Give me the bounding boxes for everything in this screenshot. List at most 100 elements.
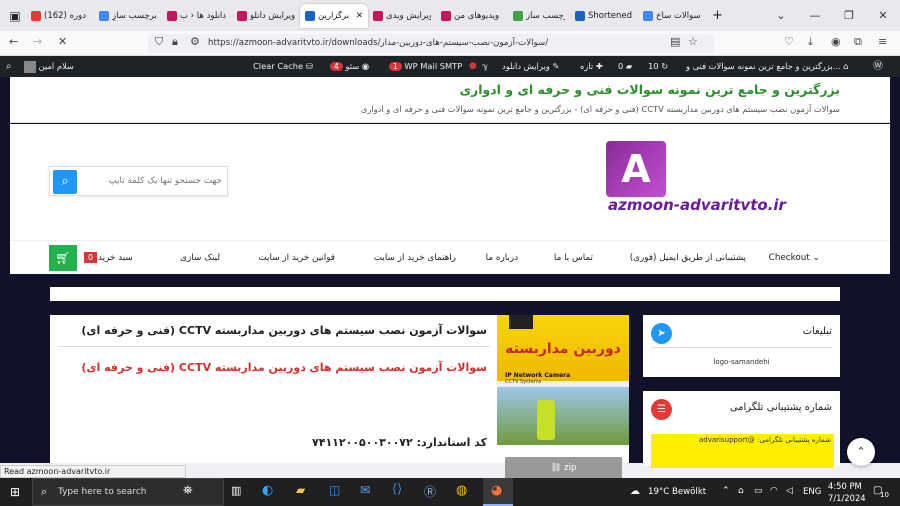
menu-item-link-building[interactable]: لینک سازی [180,241,220,275]
menu-item-email-support[interactable]: پشتیبانی از طریق ایمیل (فوری) [630,241,746,275]
home-icon: ⌂ [843,61,849,71]
windows-taskbar: ⊞ ⌕ Type here to search ⛯ ▥ ◐ ▰ ◫ ✉ ⟨⟩ Ⓡ… [0,478,900,506]
browser-tab[interactable]: ویرایش ویدی [368,4,436,28]
site-logo-mark[interactable]: A [606,141,666,197]
clock-date[interactable]: 7/1/2024 [828,493,866,503]
bookmark-star-icon[interactable]: ☆ [688,35,698,48]
browser-tab[interactable]: سوالات ساخ [638,4,706,28]
product-image[interactable]: دوربین مداربسته IP Network Camera CCTV S… [497,315,629,445]
edge-icon[interactable]: ◐ [262,483,273,498]
wp-account-link[interactable]: سلام امین [24,56,74,77]
cart-button[interactable]: 🛒︎ [49,245,77,271]
tray-chevron-icon[interactable]: ⌃ [722,486,730,496]
stop-loading-icon[interactable]: ✕ [58,35,67,48]
windows-start-icon[interactable]: ⊞ [10,485,20,499]
menu-item-about[interactable]: درباره ما [486,241,518,275]
scroll-to-top-button[interactable]: ⌃ [847,438,875,466]
browser-tab[interactable]: برگزارین ✕ [300,3,368,28]
tab-favicon-icon [99,10,109,21]
browser-tab[interactable]: دانلود ها ‹ ب [162,4,232,28]
ads-title: تبلیغات [802,326,832,337]
cart-label[interactable]: سبد خرید [98,241,133,275]
search-button[interactable]: ⌕ [53,170,77,194]
header-branding: A azmoon-advaritvto.ir ⌕ [10,124,890,240]
technician-figure [537,400,555,440]
browser-tab[interactable]: برچسب سازِ [94,4,162,28]
minimize-icon[interactable]: — [798,9,832,22]
tab-label: ویدیوهای من [454,10,500,21]
address-bar[interactable]: https://azmoon-advaritvto.ir/downloads/س… [148,34,714,53]
yoast-icon[interactable]: ℽ [482,56,488,77]
network-icon[interactable]: ⌂ [738,486,744,496]
language-indicator[interactable]: ENG [803,487,821,497]
ads-divider [651,347,832,348]
browser-tab[interactable]: ویرایش دانلو [232,4,300,28]
wp-mail-smtp-menu[interactable]: 1 WP Mail SMTP [389,56,462,77]
r-app-icon[interactable]: Ⓡ [424,483,436,500]
shield-icon[interactable]: ⛉ [155,35,163,49]
pocket-icon[interactable]: ♡ [784,35,794,48]
clear-cache-link[interactable]: Clear Cache ⛁ [253,56,313,77]
reader-view-icon[interactable]: ▤ [670,35,680,48]
forward-arrow-icon[interactable]: → [33,35,42,48]
task-view-icon[interactable]: ▥ [231,484,241,497]
firefox-taskbar-button[interactable]: ◕ [483,478,513,506]
seo-menu[interactable]: 4 سئو ◉ [330,56,369,77]
close-window-icon[interactable]: ✕ [866,9,900,22]
cart-count-badge[interactable]: 0 [84,241,98,275]
wordpress-logo-icon[interactable]: Ⓦ [873,56,883,77]
site-logo-text[interactable]: azmoon-advaritvto.ir [608,196,786,214]
lock-icon[interactable]: 🔒︎ [172,35,178,49]
menu-item-checkout[interactable]: Checkout ⌄ [769,241,820,275]
greeting: سلام امین [38,61,74,71]
browser-tab[interactable]: برچسب ساز [508,4,570,28]
tab-manager-icon[interactable]: ▣ [4,9,26,23]
store-icon[interactable]: ◫ [329,483,340,497]
clock-time[interactable]: 4:50 PM [828,481,862,491]
edit-download-link[interactable]: ویرایش دانلود ✎ [502,56,559,77]
chrome-icon[interactable]: ◍ [456,483,467,498]
firefox-icon: ◕ [491,483,503,498]
maximize-icon[interactable]: ❐ [832,9,866,22]
taskbar-search-box[interactable]: ⌕ Type here to search ⛯ [32,478,224,506]
menu-item-purchase-rules[interactable]: قوانین خرید از سایت [258,241,335,275]
updates-link[interactable]: 10 ↻ [648,56,668,77]
samandehi-logo[interactable]: logo-samandehi [643,358,840,366]
battery-icon[interactable]: ▭ [754,486,763,496]
search-icon[interactable]: ⌕ [6,56,12,77]
vscode-icon[interactable]: ⟨⟩ [392,482,402,497]
new-tab-icon[interactable]: + [712,8,723,23]
volume-icon[interactable]: ◁ [786,486,793,496]
comments-link[interactable]: 0 ▰ [618,56,632,77]
browser-tab[interactable]: Shortened U [570,4,638,28]
permissions-icon[interactable]: ⚙ [190,35,200,48]
account-icon[interactable]: ◉ [831,35,841,48]
wifi-icon[interactable]: ◠ [770,486,778,496]
site-title[interactable]: بزرگترین و جامع ترین نمونه سوالات فنی و … [460,82,840,97]
menu-item-purchase-guide[interactable]: راهنمای خرید از سایت [374,241,456,275]
browser-tab[interactable]: ویدیوهای من [436,4,508,28]
list-icon: ☰ [651,399,672,420]
menu-item-contact[interactable]: تماس با ما [554,241,593,275]
site-name-link[interactable]: بزرگترین و جامع ترین نمونه سوالات فنی و.… [686,56,849,77]
close-tab-icon[interactable]: ✕ [356,11,363,21]
website-viewport: بزرگترین و جامع ترین نمونه سوالات فنی و … [0,77,900,479]
publisher-logo [509,315,533,329]
menu-hamburger-icon[interactable]: ≡ [878,35,887,48]
telegram-support-box: شماره پشتیبانی تلگرامی: @advarisupport [651,434,834,468]
zip-download-button[interactable]: ⛓ zip [505,457,622,479]
weather-text[interactable]: 19°C Bewölkt [648,487,706,497]
downloads-icon[interactable]: ⤓ [808,35,813,49]
tab-list-chevron-icon[interactable]: ⌄ [764,9,798,22]
avatar [24,60,36,73]
search-input[interactable] [82,167,222,195]
browser-tab[interactable]: (162) دوره [26,4,94,28]
file-explorer-icon[interactable]: ▰ [296,483,305,497]
mail-icon[interactable]: ✉ [360,483,370,497]
zip-label: zip [564,463,577,473]
back-arrow-icon[interactable]: ← [9,35,18,48]
extensions-icon[interactable]: ⧉ [854,35,862,49]
new-content-link[interactable]: تازه ✚ [580,56,603,77]
lighthouse-icon: ⛯ [183,483,193,497]
link-status-bar: Read azmoon-advaritvto.ir [0,465,186,478]
